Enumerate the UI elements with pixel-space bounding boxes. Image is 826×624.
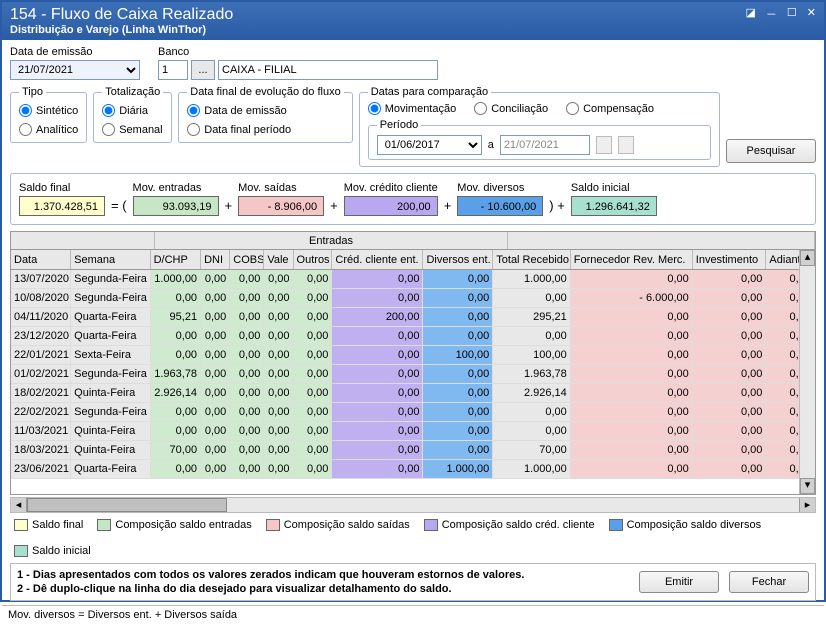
legend-swatch xyxy=(14,545,28,557)
datafluxo-fieldset: Data final de evolução do fluxo Data de … xyxy=(178,86,352,143)
window-title: 154 - Fluxo de Caixa Realizado xyxy=(10,6,233,24)
table-row[interactable]: 04/11/2020Quarta-Feira95,210,000,000,000… xyxy=(11,308,815,327)
legend-swatch xyxy=(97,519,111,531)
dataflux-emissao-radio[interactable]: Data de emissão xyxy=(187,104,343,117)
scroll-up-icon[interactable]: ▴ xyxy=(800,250,815,266)
table-row[interactable]: 11/03/2021Quinta-Feira0,000,000,000,000,… xyxy=(11,422,815,441)
close-icon[interactable]: ✕ xyxy=(807,6,816,22)
table-row[interactable]: 10/08/2020Segunda-Feira0,000,000,000,000… xyxy=(11,289,815,308)
tipo-analitico-radio[interactable]: Analítico xyxy=(19,123,78,136)
calendar-icon[interactable] xyxy=(596,136,612,154)
minimize-icon[interactable]: － xyxy=(766,6,777,22)
edit-icon[interactable]: ◪ xyxy=(746,6,756,22)
banco-name-field xyxy=(218,60,438,80)
datas-mov-radio[interactable]: Movimentação xyxy=(368,102,457,115)
banco-lookup-button[interactable]: ... xyxy=(191,60,215,80)
scroll-left-icon[interactable]: ◂ xyxy=(11,498,27,512)
total-diaria-radio[interactable]: Diária xyxy=(102,104,163,117)
table-row[interactable]: 23/06/2021Quarta-Feira0,000,000,000,000,… xyxy=(11,460,815,479)
titlebar: 154 - Fluxo de Caixa Realizado Distribui… xyxy=(2,2,824,40)
mov-sai-box: - 8.906,00 xyxy=(238,196,324,216)
pesquisar-button[interactable]: Pesquisar xyxy=(726,139,816,163)
table-header: Data Semana D/CHP DNI COBS Vale Outros C… xyxy=(11,250,815,270)
tipo-fieldset: Tipo Sintético Analítico xyxy=(10,86,87,143)
periodo-fim-field xyxy=(500,135,590,155)
emitir-button[interactable]: Emitir xyxy=(639,571,719,593)
notes-box: 1 - Dias apresentados com todos os valor… xyxy=(10,563,816,601)
table-row[interactable]: 23/12/2020Quarta-Feira0,000,000,000,000,… xyxy=(11,327,815,346)
mov-cred-box: 200,00 xyxy=(344,196,438,216)
banco-label: Banco xyxy=(158,46,438,58)
mov-ent-box: 93.093,19 xyxy=(133,196,219,216)
datas-conc-radio[interactable]: Conciliação xyxy=(474,102,548,115)
data-table: Entradas Data Semana D/CHP DNI COBS Vale… xyxy=(10,231,816,495)
datas-fieldset: Datas para comparação Movimentação Conci… xyxy=(359,86,720,167)
legend-swatch xyxy=(14,519,28,531)
horizontal-scrollbar[interactable]: ◂ ▸ xyxy=(10,497,816,513)
status-bar: Mov. diversos = Diversos ent. + Diversos… xyxy=(2,605,824,624)
legend-swatch xyxy=(609,519,623,531)
totals-fieldset: Saldo final1.370.428,51 = ( Mov. entrada… xyxy=(10,173,816,225)
calendar-icon-2[interactable] xyxy=(618,136,634,154)
datas-comp-radio[interactable]: Compensação xyxy=(566,102,654,115)
scroll-thumb[interactable] xyxy=(27,498,227,512)
scroll-right-icon[interactable]: ▸ xyxy=(799,498,815,512)
periodo-fieldset: Período 01/06/2017 a xyxy=(368,119,711,160)
maximize-icon[interactable]: ☐ xyxy=(787,6,797,22)
app-window: 154 - Fluxo de Caixa Realizado Distribui… xyxy=(0,0,826,602)
saldo-ini-box: 1.296.641,32 xyxy=(571,196,657,216)
table-row[interactable]: 22/02/2021Segunda-Feira0,000,000,000,000… xyxy=(11,403,815,422)
legend-row: Saldo final Composição saldo entradas Co… xyxy=(10,513,816,563)
fechar-button[interactable]: Fechar xyxy=(729,571,809,593)
table-row[interactable]: 13/07/2020Segunda-Feira1.000,000,000,000… xyxy=(11,270,815,289)
totalizacao-fieldset: Totalização Diária Semanal xyxy=(93,86,172,143)
emissao-label: Data de emissão xyxy=(10,46,140,58)
table-row[interactable]: 18/02/2021Quinta-Feira2.926,140,000,000,… xyxy=(11,384,815,403)
dataflux-periodo-radio[interactable]: Data final período xyxy=(187,123,343,136)
tipo-sintetico-radio[interactable]: Sintético xyxy=(19,104,78,117)
legend-swatch xyxy=(424,519,438,531)
banco-code-input[interactable] xyxy=(158,60,188,80)
window-subtitle: Distribuição e Varejo (Linha WinThor) xyxy=(10,24,233,36)
total-semanal-radio[interactable]: Semanal xyxy=(102,123,163,136)
saldo-final-box: 1.370.428,51 xyxy=(19,196,105,216)
legend-swatch xyxy=(266,519,280,531)
table-row[interactable]: 01/02/2021Segunda-Feira1.963,780,000,000… xyxy=(11,365,815,384)
scroll-down-icon[interactable]: ▾ xyxy=(800,478,815,494)
emissao-select[interactable]: 21/07/2021 xyxy=(10,60,140,80)
mov-div-box: - 10.600,00 xyxy=(457,196,543,216)
table-row[interactable]: 18/03/2021Quinta-Feira70,000,000,000,000… xyxy=(11,441,815,460)
vertical-scrollbar[interactable]: ▴ ▾ xyxy=(799,250,815,494)
periodo-ini-select[interactable]: 01/06/2017 xyxy=(377,135,482,155)
table-row[interactable]: 22/01/2021Sexta-Feira0,000,000,000,000,0… xyxy=(11,346,815,365)
